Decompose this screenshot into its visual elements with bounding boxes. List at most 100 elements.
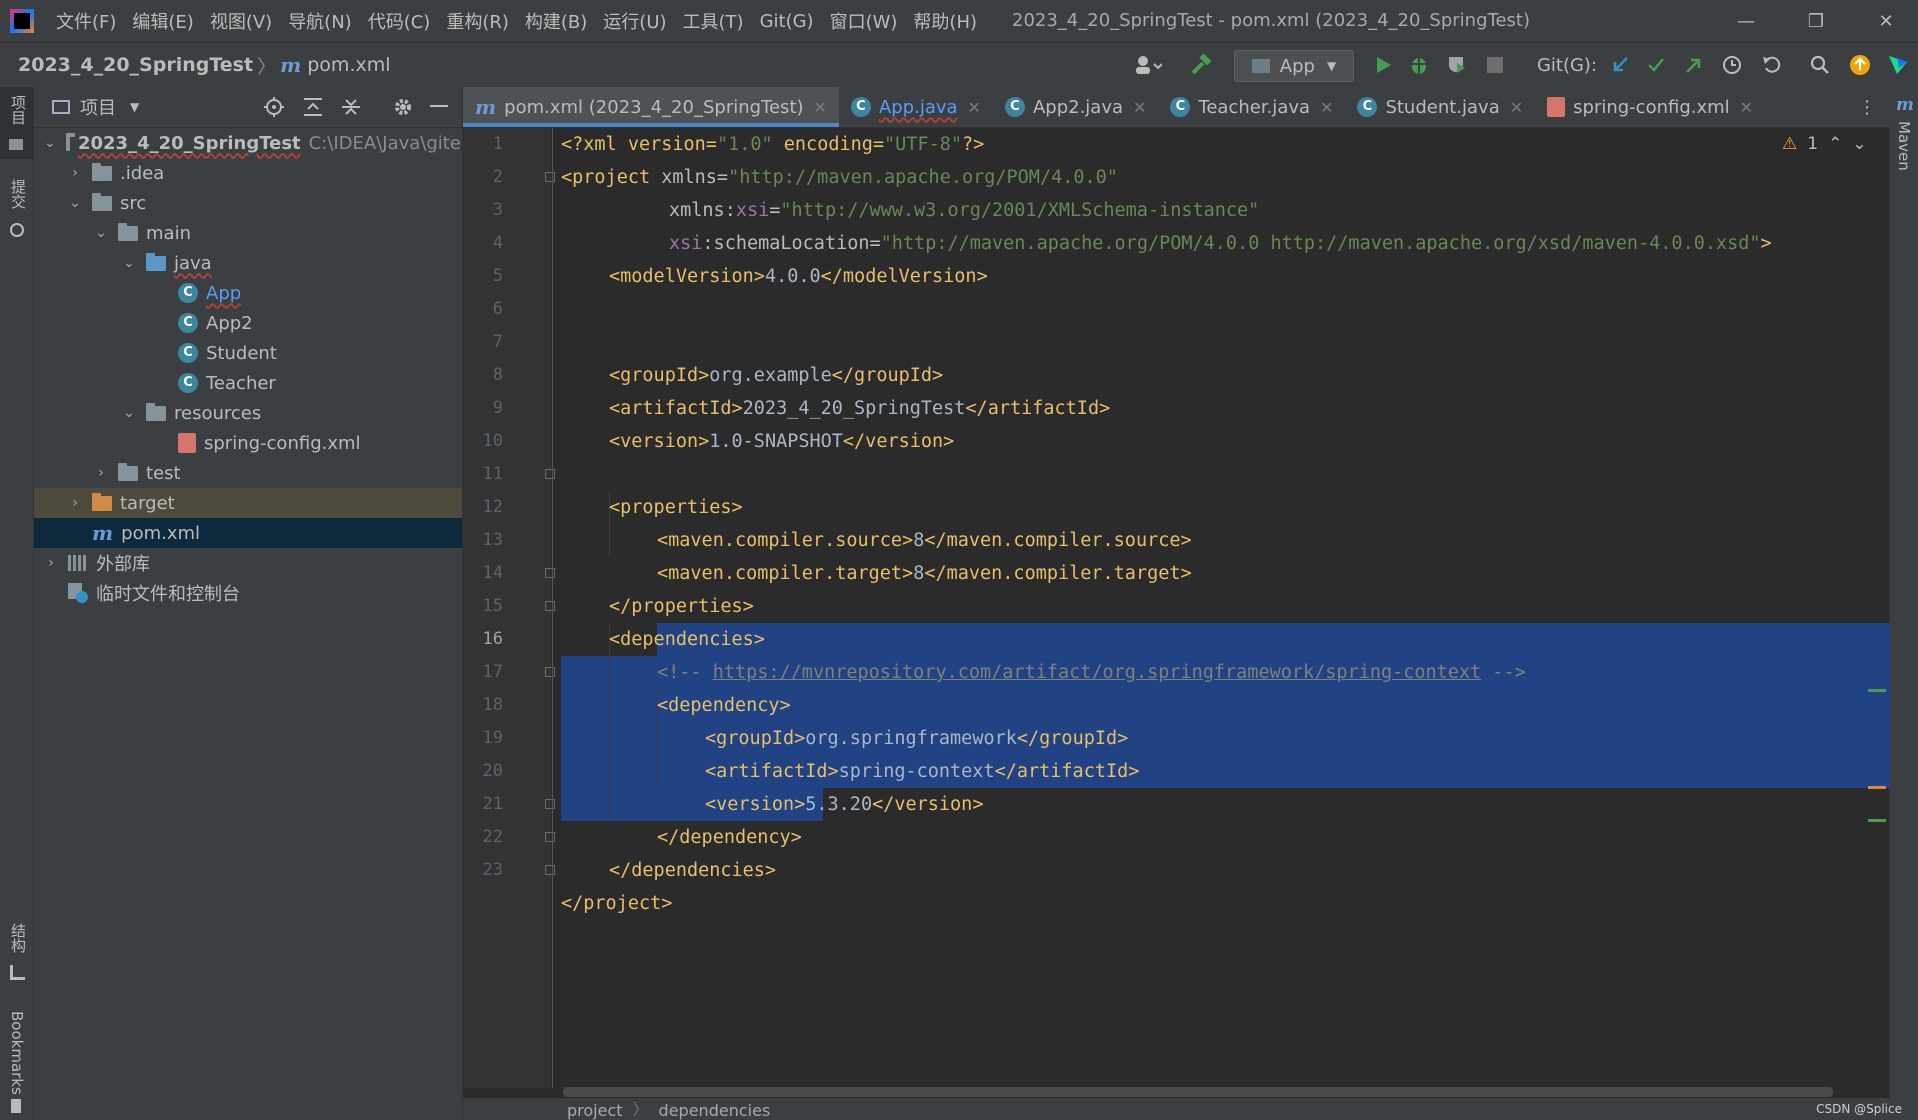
debug-bug-icon[interactable] bbox=[1404, 50, 1434, 80]
nav-project[interactable]: 2023_4_20_SpringTest bbox=[18, 54, 253, 76]
comment-link[interactable]: https://mvnrepository.com/artifact/org.s… bbox=[713, 662, 1482, 683]
bookmarks-tool-button[interactable]: Bookmarks bbox=[0, 1007, 33, 1117]
warning-marker[interactable] bbox=[1868, 786, 1886, 789]
menu-help[interactable]: 帮助(H) bbox=[905, 8, 985, 34]
chevron-down-icon[interactable]: ⌄ bbox=[122, 405, 136, 421]
tab-spring-config-xml[interactable]: spring-config.xml ✕ bbox=[1535, 87, 1765, 127]
menu-tools[interactable]: 工具(T) bbox=[675, 8, 752, 34]
change-marker[interactable] bbox=[1868, 819, 1886, 822]
close-icon[interactable]: ✕ bbox=[1740, 98, 1753, 117]
code-token: xsi bbox=[735, 200, 770, 221]
build-hammer-icon[interactable] bbox=[1186, 50, 1216, 80]
tab-more-menu-icon[interactable]: ⋮ bbox=[1844, 87, 1890, 127]
restore-button[interactable]: ❐ bbox=[1786, 0, 1846, 42]
project-tool-label: 项目 bbox=[9, 95, 27, 125]
collapse-all-icon[interactable] bbox=[342, 97, 360, 122]
chevron-down-icon[interactable]: ⌄ bbox=[122, 255, 136, 271]
history-clock-icon[interactable] bbox=[1718, 50, 1746, 80]
menu-refactor[interactable]: 重构(R) bbox=[438, 8, 517, 34]
menu-navigate[interactable]: 导航(N) bbox=[280, 8, 360, 34]
jetbrains-toolbox-icon[interactable] bbox=[1884, 50, 1912, 80]
commit-tool-button[interactable]: 提交 bbox=[0, 175, 33, 245]
git-commit-check-icon[interactable] bbox=[1642, 50, 1670, 80]
tree-item-test[interactable]: › test bbox=[34, 458, 522, 488]
horizontal-scrollbar[interactable] bbox=[563, 1087, 1833, 1097]
code-token: <maven.compiler.source> bbox=[657, 530, 914, 551]
git-push-icon[interactable] bbox=[1680, 50, 1708, 80]
chevron-down-icon[interactable]: ▼ bbox=[130, 100, 139, 114]
close-window-button[interactable]: ✕ bbox=[1856, 0, 1916, 42]
menu-window[interactable]: 窗口(W) bbox=[822, 8, 906, 34]
maven-tool-button[interactable]: Maven bbox=[1895, 121, 1913, 171]
hide-panel-icon[interactable] bbox=[430, 105, 448, 107]
user-icon[interactable] bbox=[1128, 50, 1168, 80]
ide-update-icon[interactable] bbox=[1846, 50, 1874, 80]
tree-item-src[interactable]: ⌄ src bbox=[34, 188, 496, 218]
chevron-down-icon[interactable]: ⌄ bbox=[44, 135, 56, 151]
code-token: <?xml version= bbox=[561, 134, 717, 155]
project-panel-title[interactable]: 项目 bbox=[80, 94, 116, 120]
close-icon[interactable]: ✕ bbox=[1133, 98, 1146, 117]
tab-label: App2.java bbox=[1032, 96, 1124, 118]
chevron-right-icon[interactable]: › bbox=[68, 495, 82, 511]
menu-code[interactable]: 代码(C) bbox=[360, 8, 439, 34]
tab-app-java[interactable]: C App.java ✕ bbox=[839, 87, 993, 127]
breadcrumb-item[interactable]: dependencies bbox=[659, 1101, 771, 1120]
next-highlight-icon[interactable]: ⌄ bbox=[1852, 134, 1866, 154]
close-icon[interactable]: ✕ bbox=[1320, 98, 1333, 117]
previous-highlight-icon[interactable]: ⌃ bbox=[1828, 134, 1842, 154]
breadcrumb-item[interactable]: project bbox=[567, 1101, 623, 1120]
nav-file[interactable]: pom.xml bbox=[307, 54, 390, 76]
tree-item-pom[interactable]: m pom.xml bbox=[34, 518, 520, 548]
code-token: <properties> bbox=[609, 497, 743, 518]
tree-item-idea[interactable]: › .idea bbox=[34, 158, 496, 188]
stop-icon[interactable] bbox=[1480, 50, 1510, 80]
run-icon[interactable] bbox=[1368, 50, 1398, 80]
close-icon[interactable]: ✕ bbox=[1510, 98, 1523, 117]
project-tool-button[interactable]: 项目 bbox=[0, 87, 33, 159]
menu-file[interactable]: 文件(F) bbox=[48, 8, 124, 34]
tab-app2-java[interactable]: C App2.java ✕ bbox=[993, 87, 1158, 127]
chevron-right-icon[interactable]: › bbox=[68, 165, 82, 181]
menu-build[interactable]: 构建(B) bbox=[517, 8, 595, 34]
menu-git[interactable]: Git(G) bbox=[752, 11, 822, 32]
tree-item-main[interactable]: ⌄ main bbox=[34, 218, 522, 248]
minimize-button[interactable]: — bbox=[1716, 0, 1776, 42]
git-update-icon[interactable] bbox=[1606, 50, 1634, 80]
tab-student-java[interactable]: C Student.java ✕ bbox=[1345, 87, 1535, 127]
close-icon[interactable]: ✕ bbox=[814, 98, 827, 117]
tree-item-path-hint: C:\IDEA\Java\gitee bbox=[308, 132, 472, 154]
chevron-down-icon[interactable]: ⌄ bbox=[94, 225, 108, 241]
coverage-icon[interactable] bbox=[1442, 50, 1472, 80]
code-line: </properties> bbox=[609, 590, 754, 623]
locate-target-icon[interactable] bbox=[264, 97, 284, 122]
chevron-down-icon[interactable]: ⌄ bbox=[68, 195, 82, 211]
menu-run[interactable]: 运行(U) bbox=[595, 8, 674, 34]
rollback-icon[interactable] bbox=[1758, 50, 1786, 80]
window-title: 2023_4_20_SpringTest - pom.xml (2023_4_2… bbox=[1012, 10, 1530, 31]
chevron-right-icon[interactable]: › bbox=[44, 555, 58, 571]
tree-item-scratches[interactable]: 临时文件和控制台 bbox=[34, 578, 496, 608]
tree-item-project-root[interactable]: ⌄ 2023_4_20_SpringTest C:\IDEA\Java\gite… bbox=[34, 128, 472, 158]
tree-item-label: Student bbox=[206, 342, 277, 364]
tree-item-target[interactable]: › target bbox=[34, 488, 496, 518]
tab-pom-xml[interactable]: m pom.xml (2023_4_20_SpringTest) ✕ bbox=[463, 87, 839, 127]
tree-item-label: .idea bbox=[120, 162, 165, 184]
structure-tool-button[interactable]: 结构 bbox=[0, 919, 33, 989]
search-icon[interactable] bbox=[1806, 50, 1834, 80]
code-token: xmlns: bbox=[669, 200, 736, 221]
chevron-right-icon[interactable]: › bbox=[94, 465, 108, 481]
code-token: </dependencies> bbox=[609, 860, 777, 881]
inspection-widget[interactable]: ⚠ 1 ⌃ ⌄ bbox=[1782, 134, 1867, 154]
code-editor[interactable]: <?xml version="1.0" encoding="UTF-8"?> <… bbox=[553, 128, 1890, 1088]
expand-all-icon[interactable] bbox=[304, 97, 322, 122]
run-config-select[interactable]: App ▼ bbox=[1234, 50, 1354, 82]
menu-view[interactable]: 视图(V) bbox=[202, 8, 280, 34]
code-token: = bbox=[769, 200, 781, 221]
tab-teacher-java[interactable]: C Teacher.java ✕ bbox=[1158, 87, 1345, 127]
tree-item-external-libraries[interactable]: › 外部库 bbox=[34, 548, 472, 578]
gear-icon[interactable] bbox=[392, 96, 414, 123]
close-icon[interactable]: ✕ bbox=[968, 98, 981, 117]
change-marker[interactable] bbox=[1868, 689, 1886, 692]
menu-edit[interactable]: 编辑(E) bbox=[124, 8, 201, 34]
